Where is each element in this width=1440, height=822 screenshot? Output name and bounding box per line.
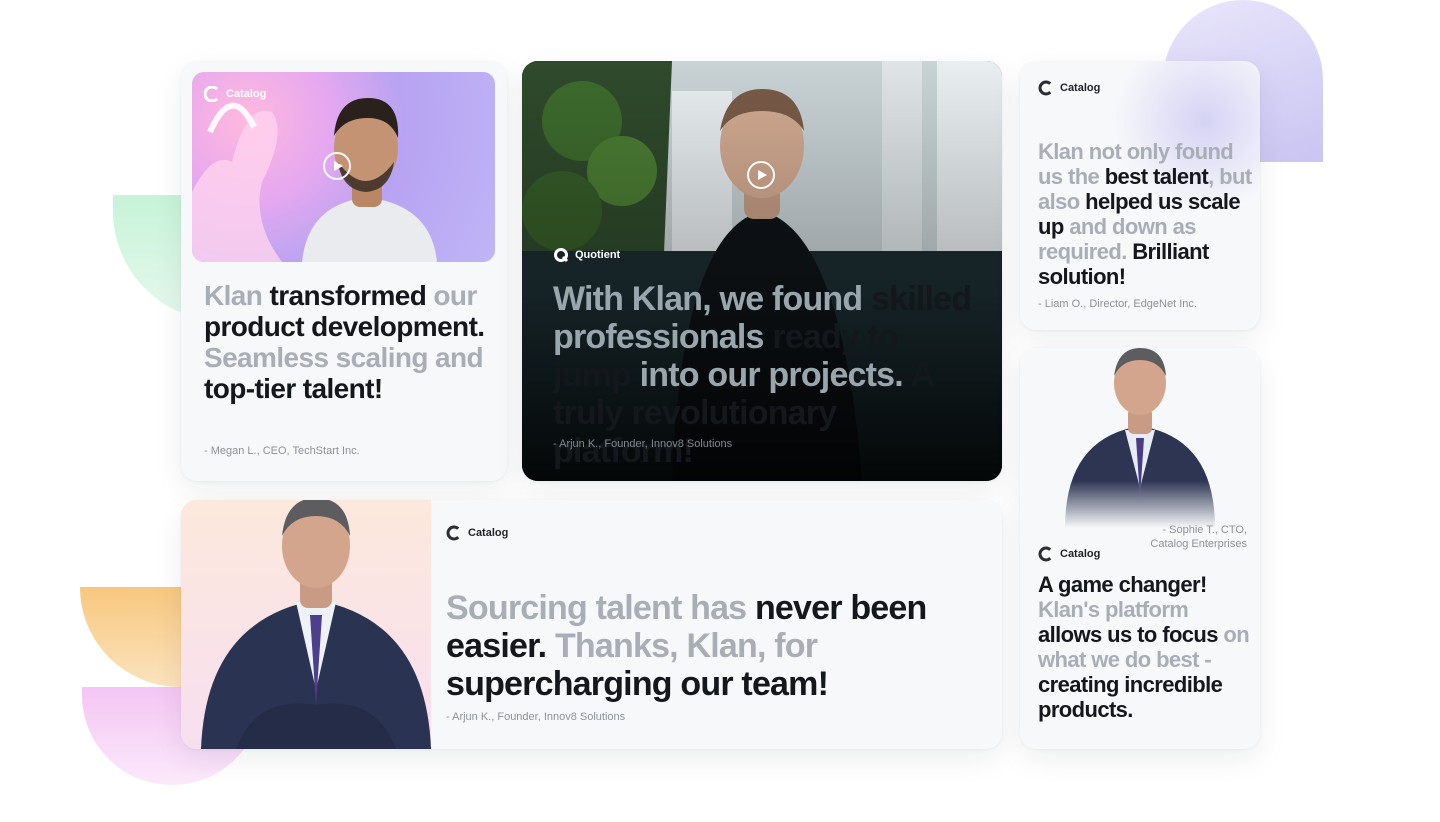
- testimonial-attribution: - Arjun K., Founder, Innov8 Solutions: [446, 711, 626, 723]
- catalog-logo-icon: [1038, 80, 1054, 96]
- brand-name: Quotient: [575, 249, 621, 261]
- quote-segment: A game changer!: [1038, 572, 1207, 597]
- quote-segment: top-tier talent!: [204, 373, 383, 404]
- testimonial-quote: Klan not only found us the best talent, …: [1038, 139, 1253, 289]
- video-thumbnail[interactable]: Catalog: [192, 72, 495, 262]
- quote-segment: product development.: [204, 311, 485, 342]
- quote-segment: Sourcing talent has: [446, 589, 755, 627]
- quote-segment: allows us to focus: [1038, 622, 1219, 647]
- play-button[interactable]: [747, 161, 775, 189]
- brand-catalog: Catalog: [446, 525, 508, 541]
- quote-segment: creating incredible products.: [1038, 672, 1223, 722]
- catalog-logo-icon: [204, 86, 220, 102]
- person-portrait: [201, 500, 431, 749]
- brand-name: Catalog: [468, 527, 509, 539]
- play-icon: [334, 161, 343, 171]
- testimonial-attribution: - Arjun K., Founder, Innov8 Solutions: [553, 438, 733, 450]
- quote-segment: into our projects.: [631, 356, 911, 394]
- testimonial-card-arjun-wide: Catalog Sourcing talent has never been e…: [181, 500, 1002, 749]
- person-portrait: [1050, 348, 1230, 528]
- quote-segment: Klan: [204, 280, 270, 311]
- quote-segment: skilled: [871, 280, 972, 318]
- quote-segment: transformed: [269, 280, 427, 311]
- quote-segment: Thanks, Klan, for: [546, 627, 818, 665]
- testimonial-card-megan: Catalog Klan transformed our product dev…: [181, 61, 507, 481]
- testimonial-attribution: - Liam O., Director, EdgeNet Inc.: [1038, 298, 1197, 310]
- brand-quotient: Quotient: [553, 247, 620, 263]
- quote-segment: our: [426, 280, 477, 311]
- testimonial-card-liam: Catalog Klan not only found us the best …: [1020, 61, 1260, 330]
- quote-segment: supercharging our team!: [446, 665, 829, 703]
- catalog-logo-icon: [1038, 546, 1054, 562]
- brand-name: Catalog: [1060, 82, 1101, 94]
- brand-name: Catalog: [226, 88, 267, 100]
- testimonial-attribution: - Sophie T., CTO, Catalog Enterprises: [1150, 524, 1247, 550]
- quote-segment: best talent: [1104, 164, 1209, 189]
- quotient-logo-icon: [554, 248, 569, 263]
- play-button[interactable]: [323, 152, 351, 180]
- quote-segment: Seamless scaling and: [204, 342, 484, 373]
- testimonial-quote: A game changer! Klan's platform allows u…: [1038, 572, 1253, 722]
- brand-catalog: Catalog: [1038, 80, 1100, 96]
- quote-segment: professionals: [553, 318, 773, 356]
- brand-catalog: Catalog: [204, 86, 266, 102]
- quote-segment: With Klan, we found: [553, 280, 871, 318]
- quote-segment: Klan's platform: [1038, 597, 1189, 622]
- testimonial-quote: Klan transformed our product development…: [204, 280, 494, 404]
- testimonial-card-sophie: - Sophie T., CTO, Catalog Enterprises Ca…: [1020, 348, 1260, 749]
- play-icon: [758, 170, 767, 180]
- testimonial-quote: Sourcing talent has never been easier. T…: [446, 589, 966, 703]
- testimonial-card-arjun-video: Quotient With Klan, we found skilled pro…: [522, 61, 1002, 481]
- testimonial-attribution: - Megan L., CEO, TechStart Inc.: [204, 445, 360, 457]
- catalog-logo-icon: [446, 525, 462, 541]
- brand-name: Catalog: [1060, 548, 1101, 560]
- brand-catalog: Catalog: [1038, 546, 1100, 562]
